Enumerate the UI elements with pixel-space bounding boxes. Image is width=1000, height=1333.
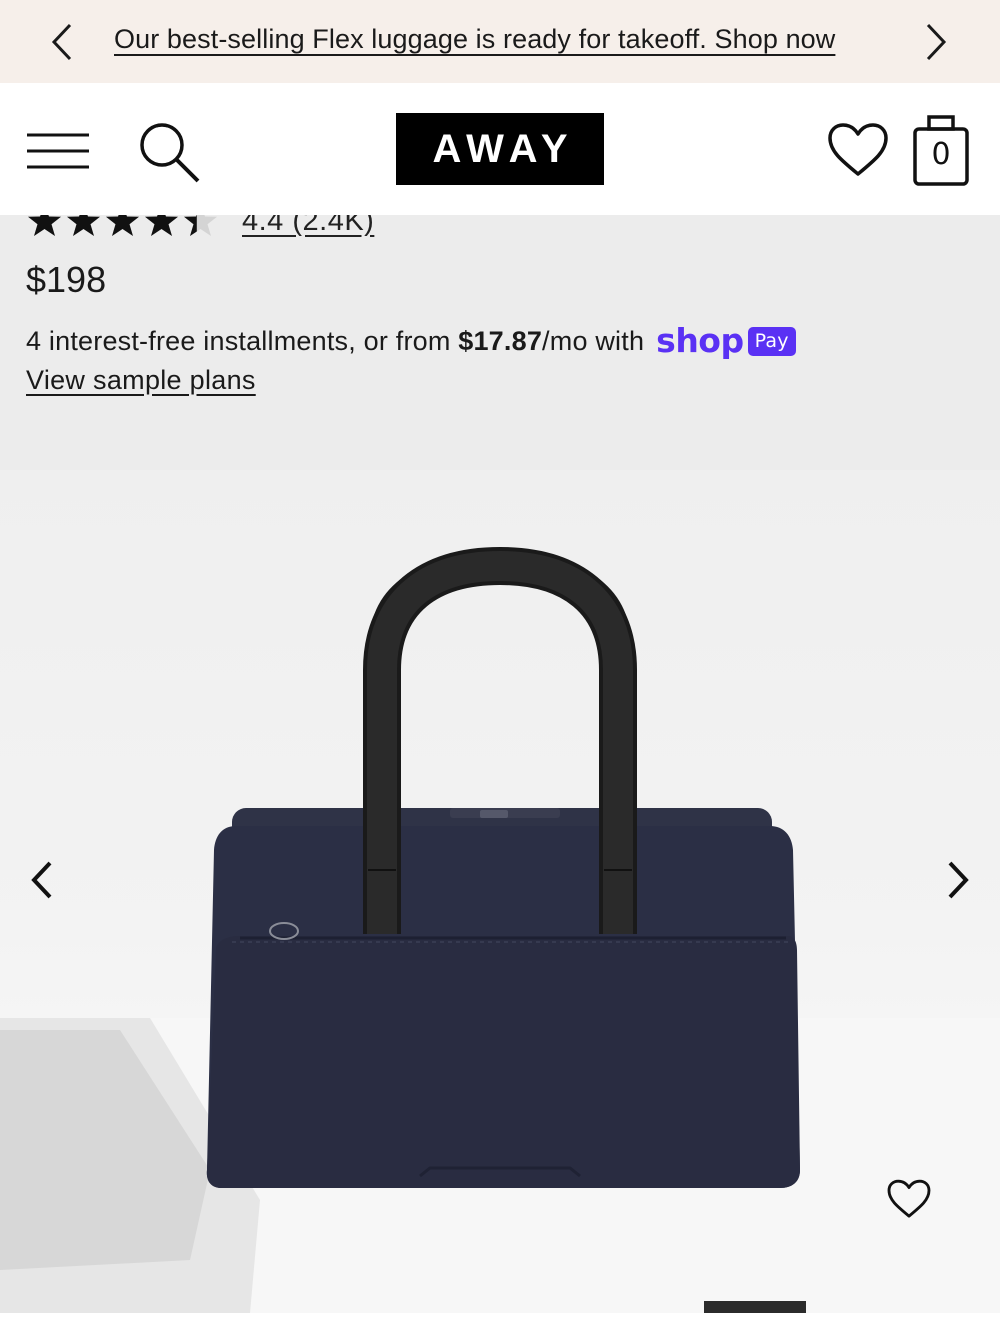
star-icon (145, 215, 178, 236)
gallery-prev-button[interactable] (20, 855, 64, 905)
star-icon (184, 215, 217, 236)
site-header: AWAY 0 (0, 83, 1000, 215)
announcement-bar: Our best-selling Flex luggage is ready f… (0, 0, 1000, 83)
product-gallery (0, 470, 1000, 1313)
chevron-left-icon (31, 861, 52, 899)
installments-suffix: /mo with (542, 326, 645, 356)
chevron-right-icon (948, 861, 969, 899)
view-sample-plans-link[interactable]: View sample plans (26, 365, 256, 396)
gallery-next-button[interactable] (936, 855, 980, 905)
installment-amount: $17.87 (458, 326, 543, 356)
shop-pay-logo: shop Pay (656, 321, 796, 361)
shop-pay-word: shop (656, 321, 744, 360)
menu-button[interactable] (22, 123, 94, 179)
shop-pay-badge: Pay (747, 327, 796, 356)
chevron-left-icon (51, 23, 72, 61)
product-price: $198 (26, 259, 107, 300)
announcement-link[interactable]: Our best-selling Flex luggage is ready f… (114, 24, 835, 55)
gallery-progress-indicator (704, 1301, 806, 1313)
rating-stars (26, 215, 219, 240)
rating-reviews-link[interactable]: 4.4 (2.4K) (242, 215, 374, 238)
favorite-button[interactable] (884, 1176, 934, 1222)
installments-text: 4 interest-free installments, or from $1… (26, 321, 796, 361)
announcement-prev-button[interactable] (42, 18, 82, 66)
heart-icon (887, 1179, 931, 1218)
hamburger-menu-icon (27, 133, 89, 169)
star-icon (106, 215, 139, 236)
away-logo[interactable]: AWAY (396, 113, 604, 185)
search-icon (140, 123, 200, 183)
chevron-right-icon (926, 23, 947, 61)
announcement-next-button[interactable] (916, 18, 956, 66)
heart-icon (828, 123, 888, 176)
product-summary: 4.4 (2.4K) $198 4 interest-free installm… (0, 215, 1000, 470)
star-icon (67, 215, 100, 236)
navy-duffel-bag-image (0, 546, 800, 1313)
gallery-progress-track (0, 1301, 1000, 1333)
search-button[interactable] (132, 115, 206, 189)
installments-prefix: 4 interest-free installments, or from (26, 326, 459, 356)
cart-count: 0 (931, 137, 951, 172)
star-icon (28, 215, 61, 236)
wishlist-button[interactable] (822, 117, 894, 183)
cart-button[interactable]: 0 (910, 113, 972, 187)
